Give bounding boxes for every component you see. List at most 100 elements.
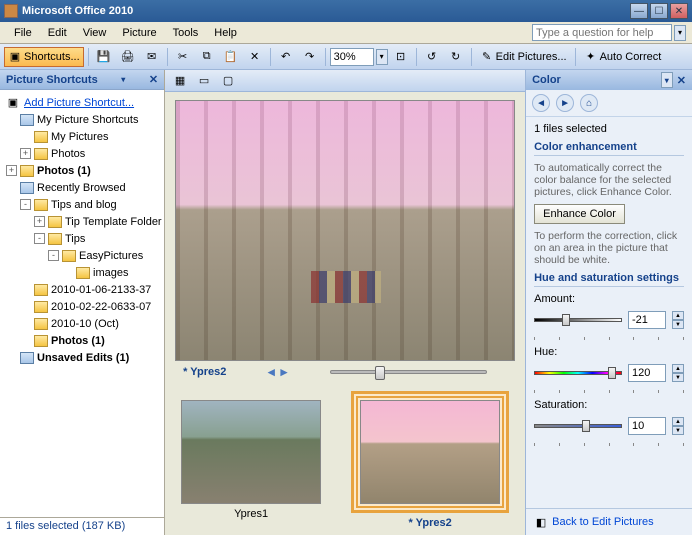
tree-item[interactable]: -EasyPictures bbox=[2, 247, 162, 264]
amount-spinner[interactable]: ▲▼ bbox=[672, 311, 684, 329]
folder-icon bbox=[34, 199, 48, 211]
tree-item[interactable]: images bbox=[2, 264, 162, 281]
add-shortcut-icon: ▣ bbox=[6, 96, 20, 110]
menu-picture[interactable]: Picture bbox=[114, 25, 164, 41]
zoom-slider[interactable] bbox=[330, 370, 487, 374]
close-button[interactable]: ✕ bbox=[670, 3, 688, 19]
menu-view[interactable]: View bbox=[75, 25, 115, 41]
thumbnail-image bbox=[181, 400, 321, 504]
pane-menu-arrow[interactable]: ▾ bbox=[117, 72, 129, 88]
mail-button[interactable]: ✉ bbox=[141, 47, 163, 67]
maximize-button[interactable]: ☐ bbox=[650, 3, 668, 19]
help-dropdown-arrow[interactable]: ▾ bbox=[674, 25, 686, 41]
delete-button[interactable]: ✕ bbox=[244, 47, 266, 67]
color-pane-menu[interactable]: ▾ bbox=[661, 72, 673, 88]
menu-help[interactable]: Help bbox=[206, 25, 245, 41]
redo-button[interactable]: ↷ bbox=[299, 47, 321, 67]
zoom-slider-thumb[interactable] bbox=[375, 366, 385, 380]
saturation-spinner[interactable]: ▲▼ bbox=[672, 417, 684, 435]
folder-icon bbox=[62, 250, 76, 262]
hue-input[interactable] bbox=[628, 364, 666, 382]
saturation-slider[interactable] bbox=[534, 420, 622, 432]
view-filmstrip-button[interactable]: ▭ bbox=[193, 71, 215, 91]
main-preview-image[interactable] bbox=[175, 100, 515, 361]
tree-expander[interactable]: - bbox=[34, 233, 45, 244]
tree-expander[interactable]: + bbox=[34, 216, 45, 227]
tree-expander bbox=[20, 131, 31, 142]
hue-spinner[interactable]: ▲▼ bbox=[672, 364, 684, 382]
status-bar: 1 files selected (187 KB) bbox=[0, 517, 164, 535]
menu-file[interactable]: File bbox=[6, 25, 40, 41]
nav-home-button[interactable]: ⌂ bbox=[580, 94, 598, 112]
tree-expander bbox=[62, 267, 73, 278]
print-button[interactable]: 🖨 bbox=[117, 47, 139, 67]
color-enhancement-text: To automatically correct the color balan… bbox=[534, 162, 684, 198]
tree-expander[interactable]: + bbox=[20, 148, 31, 159]
shortcuts-pane-header: Picture Shortcuts ▾ ✕ bbox=[0, 70, 164, 90]
amount-input[interactable] bbox=[628, 311, 666, 329]
zoom-input[interactable]: 30% bbox=[330, 48, 374, 66]
tree-item[interactable]: My Pictures bbox=[2, 128, 162, 145]
thumbnail[interactable]: * Ypres2 bbox=[351, 391, 509, 529]
nav-back-button[interactable]: ◄ bbox=[532, 94, 550, 112]
tree-item[interactable]: Unsaved Edits (1) bbox=[2, 349, 162, 366]
cut-button[interactable]: ✂ bbox=[172, 47, 194, 67]
edit-pictures-label: Edit Pictures... bbox=[496, 51, 567, 63]
tree-expander[interactable]: - bbox=[20, 199, 31, 210]
rotate-right-icon: ↻ bbox=[449, 50, 463, 64]
amount-slider[interactable] bbox=[534, 314, 622, 326]
shortcuts-button[interactable]: ▣Shortcuts... bbox=[4, 47, 84, 67]
tree-item[interactable]: +Tip Template Folder bbox=[2, 213, 162, 230]
undo-button[interactable]: ↶ bbox=[275, 47, 297, 67]
rotate-left-button[interactable]: ↺ bbox=[421, 47, 443, 67]
rotate-right-button[interactable]: ↻ bbox=[445, 47, 467, 67]
folder-tree: ▣ Add Picture Shortcut... My Picture Sho… bbox=[0, 90, 164, 517]
auto-correct-label: Auto Correct bbox=[600, 51, 662, 63]
zoom-dropdown[interactable]: ▾ bbox=[376, 49, 388, 65]
menu-edit[interactable]: Edit bbox=[40, 25, 75, 41]
thumbnail[interactable]: Ypres1 bbox=[181, 400, 321, 520]
tree-item[interactable]: +Photos (1) bbox=[2, 162, 162, 179]
thumbnail-label: Ypres1 bbox=[234, 508, 268, 520]
hue-slider[interactable] bbox=[534, 367, 622, 379]
tree-item[interactable]: Recently Browsed bbox=[2, 179, 162, 196]
add-shortcut-link[interactable]: ▣ Add Picture Shortcut... bbox=[2, 94, 162, 111]
view-thumbnails-button[interactable]: ▦ bbox=[169, 71, 191, 91]
thumbnail-strip: Ypres1 * Ypres2 bbox=[165, 385, 525, 535]
pane-close-button[interactable]: ✕ bbox=[149, 73, 158, 86]
nav-forward-button[interactable]: ► bbox=[556, 94, 574, 112]
auto-correct-button[interactable]: ✦Auto Correct bbox=[580, 47, 666, 67]
zoom-fit-button[interactable]: ⊡ bbox=[390, 47, 412, 67]
saturation-input[interactable] bbox=[628, 417, 666, 435]
minimize-button[interactable]: — bbox=[630, 3, 648, 19]
help-search-input[interactable] bbox=[532, 24, 672, 41]
copy-button[interactable]: ⧉ bbox=[196, 47, 218, 67]
menu-tools[interactable]: Tools bbox=[165, 25, 207, 41]
window-title: Microsoft Office 2010 bbox=[22, 5, 630, 17]
tree-expander[interactable]: - bbox=[48, 250, 59, 261]
tree-item-label: Unsaved Edits (1) bbox=[37, 352, 129, 364]
tree-item[interactable]: 2010-10 (Oct) bbox=[2, 315, 162, 332]
back-to-edit-link[interactable]: Back to Edit Pictures bbox=[552, 516, 654, 528]
print-icon: 🖨 bbox=[121, 50, 135, 64]
tree-item[interactable]: -Tips bbox=[2, 230, 162, 247]
filmstrip-icon: ▭ bbox=[197, 74, 211, 88]
tree-item[interactable]: Photos (1) bbox=[2, 332, 162, 349]
view-single-button[interactable]: ▢ bbox=[217, 71, 239, 91]
tree-item[interactable]: 2010-02-22-0633-07 bbox=[2, 298, 162, 315]
edit-pictures-button[interactable]: ✎Edit Pictures... bbox=[476, 47, 571, 67]
tree-item[interactable]: -Tips and blog bbox=[2, 196, 162, 213]
save-button[interactable]: 💾 bbox=[93, 47, 115, 67]
paste-button[interactable]: 📋 bbox=[220, 47, 242, 67]
tree-expander[interactable]: + bbox=[6, 165, 17, 176]
prev-image-button[interactable]: ◂ bbox=[265, 364, 278, 380]
view-toolbar: ▦ ▭ ▢ bbox=[165, 70, 525, 92]
tree-item[interactable]: +Photos bbox=[2, 145, 162, 162]
enhance-color-button[interactable]: Enhance Color bbox=[534, 204, 625, 224]
thumbnails-icon: ▦ bbox=[173, 74, 187, 88]
tree-item[interactable]: My Picture Shortcuts bbox=[2, 111, 162, 128]
color-pane-close[interactable]: ✕ bbox=[677, 74, 686, 87]
tree-item[interactable]: 2010-01-06-2133-37 bbox=[2, 281, 162, 298]
next-image-button[interactable]: ▸ bbox=[278, 364, 291, 380]
menu-bar: File Edit View Picture Tools Help ▾ bbox=[0, 22, 692, 44]
